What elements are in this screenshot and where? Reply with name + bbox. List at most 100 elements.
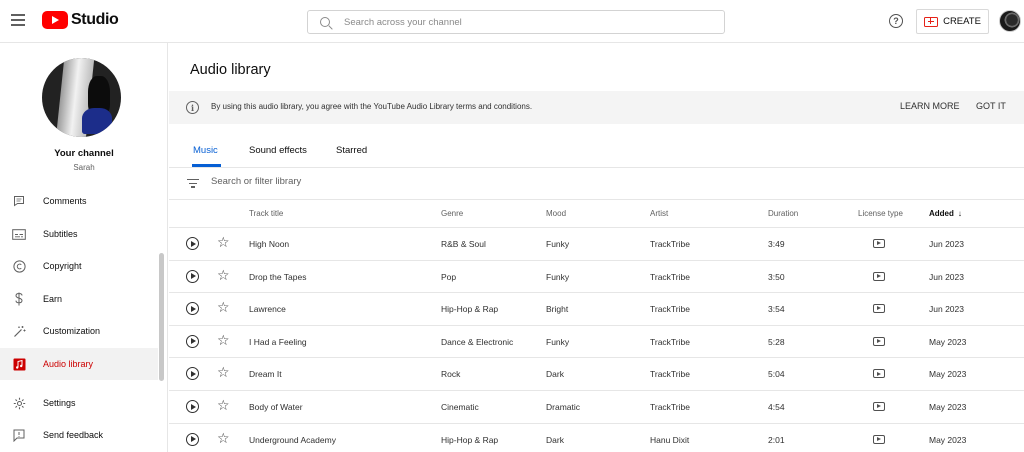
track-mood: Funky xyxy=(546,271,570,282)
sort-descending-icon: ↓ xyxy=(957,209,962,218)
active-tab-indicator xyxy=(192,164,221,167)
feedback-icon xyxy=(12,428,26,442)
sidebar-item-settings[interactable]: Settings xyxy=(0,387,158,419)
help-icon[interactable]: ? xyxy=(889,14,903,28)
track-title: Underground Academy xyxy=(249,434,336,445)
track-artist: TrackTribe xyxy=(650,402,690,412)
play-icon[interactable] xyxy=(186,400,199,413)
tab-music[interactable]: Music xyxy=(193,145,218,156)
studio-logo[interactable]: Studio xyxy=(42,11,119,29)
table-row[interactable]: ☆ Body of Water Cinematic Dramatic TrackTrib… xyxy=(169,391,1024,424)
column-header-added[interactable]: Added ↓ xyxy=(929,209,962,218)
track-added-date: Jun 2023 xyxy=(929,239,964,249)
track-title: Lawrence xyxy=(249,304,286,315)
star-icon[interactable]: ☆ xyxy=(217,235,230,249)
filter-icon[interactable] xyxy=(187,179,199,190)
star-icon[interactable]: ☆ xyxy=(217,333,230,347)
track-title: Dream It xyxy=(249,369,282,380)
track-added-date: May 2023 xyxy=(929,336,967,347)
top-bar: Studio ? CREATE xyxy=(0,0,1024,43)
column-header-track-title[interactable]: Track title xyxy=(249,209,283,218)
column-header-genre[interactable]: Genre xyxy=(441,209,463,218)
sidebar-item-comments[interactable]: Comments xyxy=(0,185,158,217)
sidebar-item-label: Comments xyxy=(43,196,87,206)
track-genre: Cinematic xyxy=(441,402,479,412)
track-title: I Had a Feeling xyxy=(249,336,307,347)
sidebar-scrollbar[interactable] xyxy=(159,253,164,381)
learn-more-button[interactable]: LEARN MORE xyxy=(900,101,960,111)
track-artist: Hanu Dixit xyxy=(650,434,690,445)
search-icon xyxy=(320,17,330,27)
column-header-duration[interactable]: Duration xyxy=(768,209,798,218)
track-genre: R&B & Soul xyxy=(441,239,486,249)
table-row[interactable]: ☆ I Had a Feeling Dance & Electronic Funky T… xyxy=(169,326,1024,359)
subtitles-icon xyxy=(12,227,26,241)
track-added-date: Jun 2023 xyxy=(929,304,964,315)
track-added-date: May 2023 xyxy=(929,434,967,445)
youtube-license-icon xyxy=(873,336,885,346)
channel-search-input[interactable] xyxy=(344,16,704,28)
sidebar-item-label: Customization xyxy=(43,326,101,336)
play-icon[interactable] xyxy=(186,269,199,283)
star-icon[interactable]: ☆ xyxy=(217,398,230,412)
track-duration: 5:28 xyxy=(768,336,785,347)
account-avatar[interactable] xyxy=(999,10,1021,32)
create-video-icon xyxy=(924,16,939,27)
track-duration: 3:50 xyxy=(768,271,785,282)
channel-avatar[interactable] xyxy=(42,58,121,137)
youtube-license-icon xyxy=(873,402,885,411)
track-duration: 5:04 xyxy=(768,369,785,380)
star-icon[interactable]: ☆ xyxy=(217,300,230,314)
track-genre: Hip-Hop & Rap xyxy=(441,434,499,445)
play-icon[interactable] xyxy=(186,367,199,381)
your-channel-label: Your channel xyxy=(54,148,114,159)
track-mood: Dark xyxy=(546,434,564,445)
star-icon[interactable]: ☆ xyxy=(217,268,230,282)
sidebar-item-send-feedback[interactable]: Send feedback xyxy=(0,419,158,451)
play-icon[interactable] xyxy=(186,432,199,446)
track-mood: Dark xyxy=(546,369,564,380)
hamburger-menu-icon[interactable] xyxy=(11,14,25,26)
play-icon[interactable] xyxy=(186,302,199,316)
table-row[interactable]: ☆ High Noon R&B & Soul Funky TrackTribe 3:49 J… xyxy=(169,228,1024,261)
page-title: Audio library xyxy=(190,62,271,78)
library-filter-input[interactable] xyxy=(211,176,611,187)
tab-starred[interactable]: Starred xyxy=(336,145,367,156)
play-icon[interactable] xyxy=(186,334,199,348)
column-header-artist[interactable]: Artist xyxy=(650,209,668,218)
column-header-mood[interactable]: Mood xyxy=(546,209,566,218)
channel-search-box[interactable] xyxy=(307,10,725,34)
track-duration: 3:49 xyxy=(768,239,785,249)
table-row[interactable]: ☆ Lawrence Hip-Hop & Rap Bright TrackTribe 3:… xyxy=(169,293,1024,326)
play-icon[interactable] xyxy=(186,237,199,250)
sidebar-item-audio-library[interactable]: Audio library xyxy=(0,348,158,380)
dollar-icon xyxy=(12,292,26,306)
sidebar-item-earn[interactable]: Earn xyxy=(0,283,158,315)
table-row[interactable]: ☆ Drop the Tapes Pop Funky TrackTribe 3:50 Jun… xyxy=(169,261,1024,294)
sidebar-item-subtitles[interactable]: Subtitles xyxy=(0,218,158,250)
info-icon: i xyxy=(186,101,199,114)
track-artist: TrackTribe xyxy=(650,304,690,315)
create-button[interactable]: CREATE xyxy=(916,9,989,34)
track-added-date: Jun 2023 xyxy=(929,271,964,282)
track-added-date: May 2023 xyxy=(929,369,967,380)
sidebar-item-label: Audio library xyxy=(43,359,94,369)
column-header-added-label: Added xyxy=(929,209,954,218)
library-filter-bar xyxy=(169,168,1024,200)
star-icon[interactable]: ☆ xyxy=(217,365,230,379)
star-icon[interactable]: ☆ xyxy=(217,431,230,445)
table-row[interactable]: ☆ Dream It Rock Dark TrackTribe 5:04 May 2023 xyxy=(169,358,1024,391)
column-header-license-type[interactable]: License type xyxy=(858,209,903,218)
table-row[interactable]: ☆ Underground Academy Hip-Hop & Rap Dark Han… xyxy=(169,424,1024,452)
track-genre: Rock xyxy=(441,369,461,380)
track-artist: TrackTribe xyxy=(650,336,690,347)
sidebar-item-label: Send feedback xyxy=(43,430,104,440)
sidebar-item-label: Subtitles xyxy=(43,229,78,239)
track-added-date: May 2023 xyxy=(929,402,967,412)
terms-notice-banner: i By using this audio library, you agree… xyxy=(169,91,1024,124)
sidebar-item-copyright[interactable]: Copyright xyxy=(0,250,158,282)
track-artist: TrackTribe xyxy=(650,369,690,380)
tab-sound-effects[interactable]: Sound effects xyxy=(249,145,307,156)
sidebar-item-customization[interactable]: Customization xyxy=(0,315,158,347)
got-it-button[interactable]: GOT IT xyxy=(976,101,1006,111)
